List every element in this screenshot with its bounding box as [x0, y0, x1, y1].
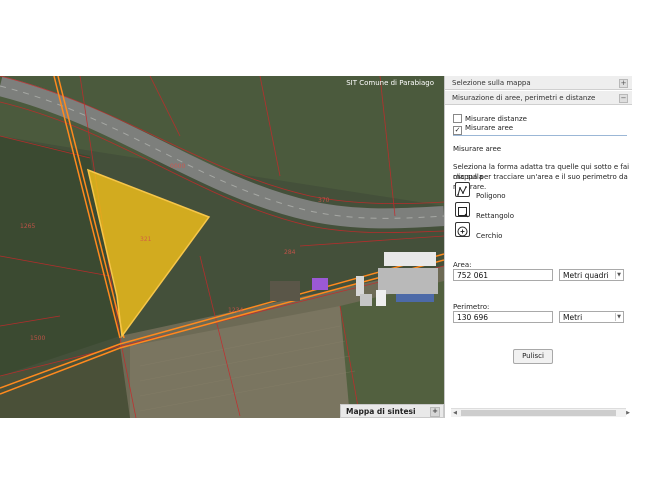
measure-distances-option[interactable]: Misurare distanze [453, 114, 527, 124]
svg-text:1265: 1265 [20, 223, 35, 230]
polygon-tool-button[interactable] [455, 182, 470, 197]
checkbox-label: Misurare distanze [465, 115, 527, 123]
measure-areas-option[interactable]: ✓ Misurare aree [453, 124, 513, 135]
area-value-field[interactable]: 752 061 [453, 269, 553, 281]
rectangle-tool-button[interactable] [455, 202, 470, 218]
map-view[interactable]: 1265 0000 370 321 284 1500 1234 SIT Comu… [0, 76, 444, 418]
perimeter-unit-value: Metri [563, 313, 583, 322]
circle-icon [457, 226, 468, 237]
section-title: Misurazione di aree, perimetri e distanz… [452, 94, 596, 102]
chevron-down-icon: ▼ [615, 271, 622, 279]
scroll-left-icon[interactable]: ◀ [451, 409, 459, 417]
overview-map-panel[interactable]: Mappa di sintesi + [340, 404, 444, 418]
svg-text:1234: 1234 [228, 307, 243, 314]
perimeter-value-field[interactable]: 130 696 [453, 311, 553, 323]
divider [453, 135, 627, 136]
area-unit-select[interactable]: Metri quadri ▼ [559, 269, 624, 281]
instruction-line-2: mappa per tracciare un'area e il suo per… [453, 173, 628, 191]
section-header-map-selection[interactable]: Selezione sulla mappa + [445, 76, 632, 90]
svg-text:321: 321 [140, 236, 152, 243]
svg-text:370: 370 [318, 197, 330, 204]
expand-icon[interactable]: + [430, 407, 440, 417]
section-title: Selezione sulla mappa [452, 79, 531, 87]
expand-icon[interactable]: + [619, 79, 628, 88]
section-header-measurement[interactable]: Misurazione di aree, perimetri e distanz… [445, 91, 632, 105]
svg-text:1500: 1500 [30, 335, 45, 342]
measure-areas-heading: Misurare aree [453, 145, 502, 153]
map-credit: SIT Comune di Parabiago [346, 79, 434, 87]
svg-text:284: 284 [284, 249, 296, 256]
scroll-right-icon[interactable]: ▶ [624, 409, 632, 417]
clear-button[interactable]: Pulisci [513, 349, 553, 364]
perimeter-unit-select[interactable]: Metri ▼ [559, 311, 624, 323]
overview-panel-title: Mappa di sintesi [346, 407, 416, 416]
checkbox-measure-distances[interactable] [453, 114, 462, 123]
gis-application: 1265 0000 370 321 284 1500 1234 SIT Comu… [0, 76, 632, 418]
checkbox-label: Misurare aree [465, 124, 514, 132]
rectangle-icon [458, 207, 469, 218]
circle-tool-button[interactable] [455, 222, 470, 237]
polygon-tool-label[interactable]: Poligono [476, 192, 506, 201]
svg-text:0000: 0000 [170, 163, 185, 170]
horizontal-scrollbar[interactable]: ◀ ▶ [451, 408, 630, 417]
polygon-icon [457, 186, 467, 196]
scrollbar-thumb[interactable] [461, 410, 616, 416]
rectangle-tool-label[interactable]: Rettangolo [476, 212, 514, 221]
checkbox-measure-areas[interactable]: ✓ [453, 126, 462, 135]
area-unit-value: Metri quadri [563, 271, 609, 280]
satellite-map[interactable]: 1265 0000 370 321 284 1500 1234 [0, 76, 444, 418]
collapse-icon[interactable]: − [619, 94, 628, 103]
tools-panel: Selezione sulla mappa + Misurazione di a… [444, 76, 632, 418]
chevron-down-icon: ▼ [615, 313, 622, 321]
circle-tool-label[interactable]: Cerchio [476, 232, 502, 241]
